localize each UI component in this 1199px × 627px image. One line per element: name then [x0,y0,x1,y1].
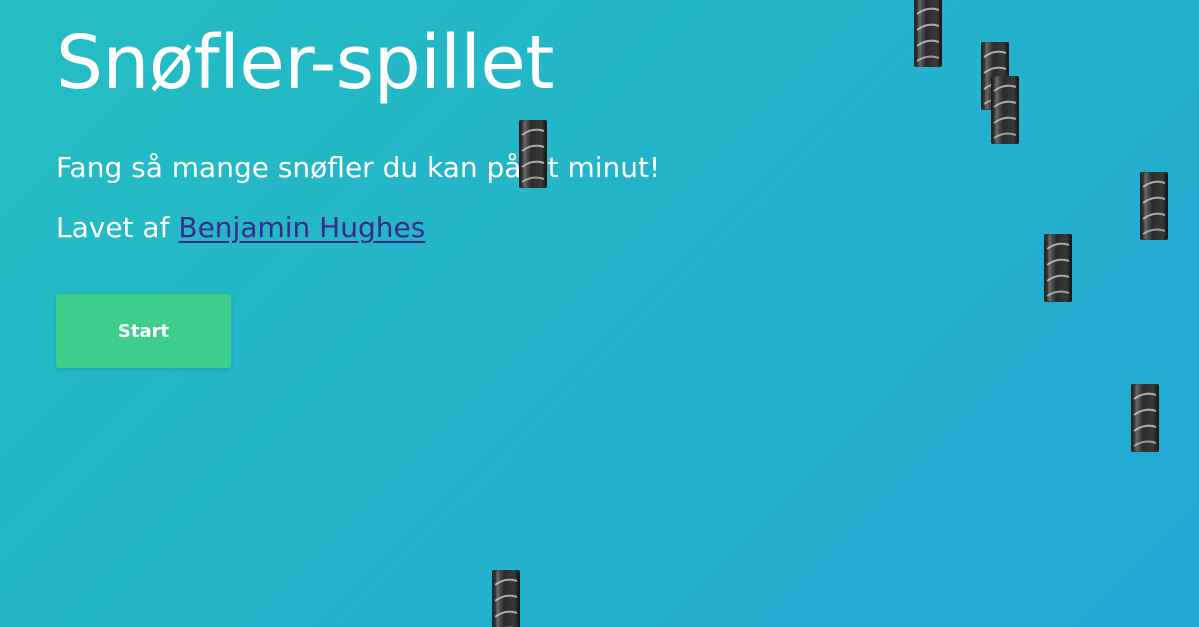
snofle-licorice-icon[interactable] [491,569,521,627]
game-stage: Snøfler-spillet Fang så mange snøfler du… [0,0,1199,627]
falling-snofler [0,0,1199,627]
snofle-licorice-icon[interactable] [990,75,1020,145]
snofle-licorice-icon[interactable] [518,119,548,189]
snofle-licorice-icon[interactable] [1043,233,1073,303]
snofle-licorice-icon[interactable] [1139,171,1169,241]
snofle-licorice-icon[interactable] [1130,383,1160,453]
snofle-licorice-icon[interactable] [913,0,943,68]
